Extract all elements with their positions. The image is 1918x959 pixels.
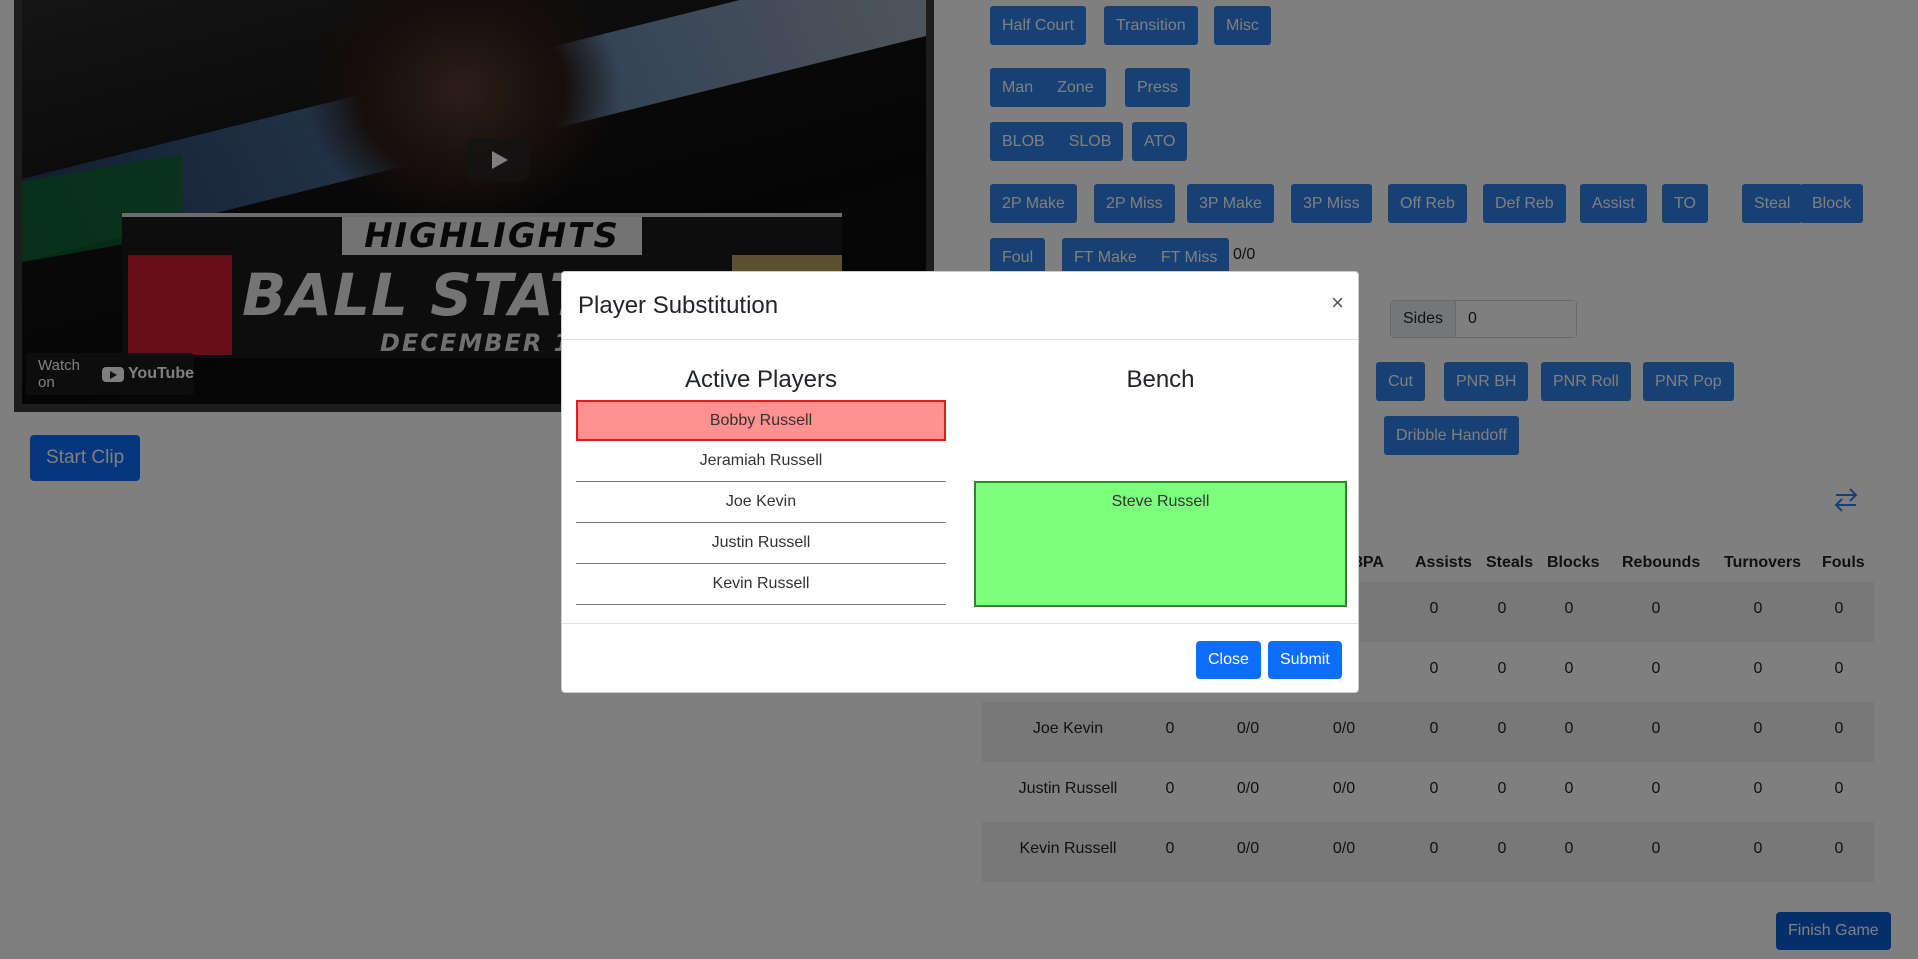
modal-header: Player Substitution × — [562, 272, 1358, 340]
active-player-item[interactable]: Kevin Russell — [576, 564, 946, 605]
close-button[interactable]: Close — [1196, 641, 1261, 679]
active-players-title: Active Players — [684, 366, 838, 393]
active-player-item[interactable]: Justin Russell — [576, 523, 946, 564]
close-icon[interactable]: × — [1331, 290, 1344, 316]
bench-player-item[interactable]: Steve Russell — [976, 493, 1345, 511]
bench-drop-zone[interactable]: Steve Russell — [974, 481, 1347, 607]
active-player-item[interactable]: Bobby Russell — [576, 400, 946, 441]
submit-button[interactable]: Submit — [1268, 641, 1342, 679]
modal-footer: Close Submit — [562, 623, 1358, 693]
active-player-item[interactable]: Joe Kevin — [576, 482, 946, 523]
player-substitution-modal: Player Substitution × Active Players Ben… — [561, 271, 1359, 693]
modal-title: Player Substitution — [578, 292, 779, 319]
active-player-item[interactable]: Jeramiah Russell — [576, 441, 946, 482]
bench-title: Bench — [1126, 366, 1195, 393]
